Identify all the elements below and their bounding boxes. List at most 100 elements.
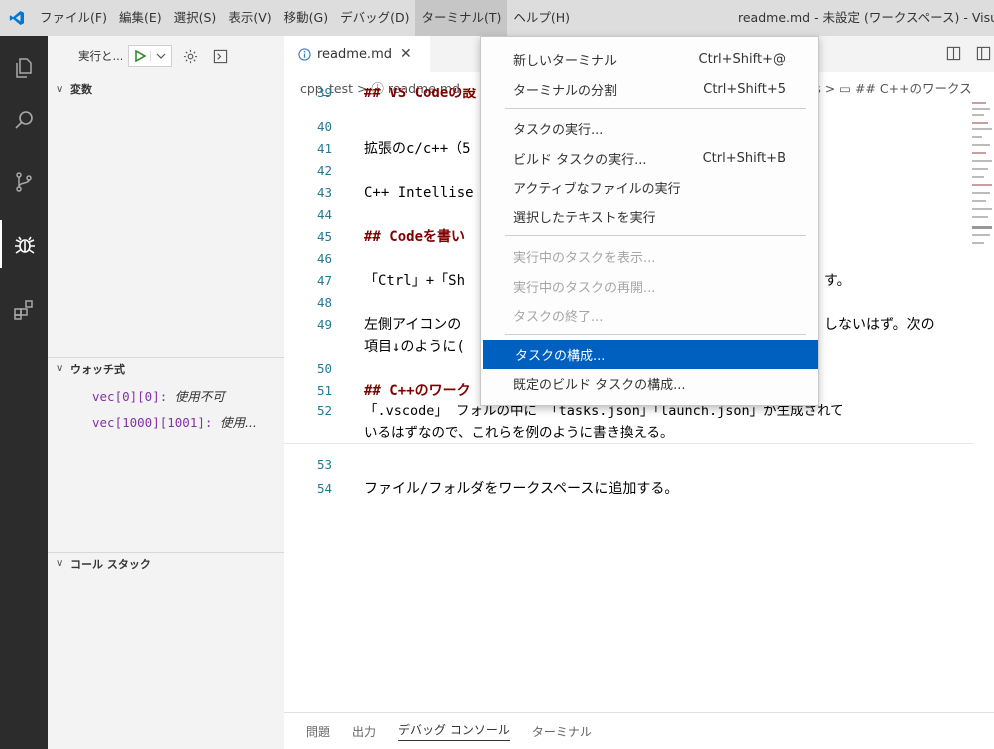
variables-section-title: 変数 bbox=[70, 83, 92, 96]
line-number: 44 bbox=[316, 207, 332, 222]
line-number: 52 bbox=[316, 403, 332, 418]
minimap[interactable] bbox=[970, 98, 994, 278]
menu-bar: ファイル(F) 編集(E) 選択(S) 表示(V) 移動(G) デバッグ(D) … bbox=[0, 0, 994, 36]
menu-item-shortcut: Ctrl+Shift+B bbox=[702, 151, 786, 166]
code-line: いるはずなので、これらを例のように書き換える。 bbox=[284, 422, 974, 444]
gear-icon[interactable] bbox=[178, 49, 202, 64]
menu-item-label: 既定のビルド タスクの構成... bbox=[513, 378, 686, 393]
line-number: 47 bbox=[316, 273, 332, 288]
line-number: 48 bbox=[316, 295, 332, 310]
source-control-icon[interactable] bbox=[0, 158, 48, 206]
line-number: 41 bbox=[316, 141, 332, 156]
watch-section-header[interactable]: ∨ ウォッチ式 bbox=[48, 357, 284, 379]
watch-value: 使用... bbox=[219, 415, 257, 430]
watch-expression: vec[0][0]: bbox=[92, 389, 168, 404]
menu-item-restart-running-task[interactable]: 実行中のタスクの再開... bbox=[481, 272, 818, 301]
line-text: 「Ctrl」+「Sh bbox=[364, 273, 466, 289]
line-number: 50 bbox=[316, 361, 332, 376]
line-text: ## C++のワーク bbox=[364, 383, 471, 399]
line-number: 43 bbox=[316, 185, 332, 200]
split-editor-icon[interactable] bbox=[946, 46, 961, 64]
watch-section-title: ウォッチ式 bbox=[70, 362, 125, 376]
callstack-section-title: コール スタック bbox=[70, 557, 151, 571]
layout-icon[interactable] bbox=[976, 46, 991, 64]
tab-problems[interactable]: 問題 bbox=[306, 723, 330, 740]
watch-value: 使用不可 bbox=[174, 389, 225, 404]
callstack-section-header[interactable]: ∨ コール スタック bbox=[48, 552, 284, 574]
line-text: ## VS Codeの設 bbox=[364, 88, 477, 101]
menu-item-label: 実行中のタスクの再開... bbox=[513, 281, 656, 296]
chevron-down-icon[interactable] bbox=[150, 51, 170, 61]
debug-icon[interactable] bbox=[0, 220, 48, 268]
menu-item-label: アクティブなファイルの実行 bbox=[513, 182, 681, 197]
menu-item-label: 実行中のタスクを表示... bbox=[513, 251, 656, 266]
menu-separator bbox=[505, 108, 806, 109]
menu-item-shortcut: Ctrl+Shift+@ bbox=[698, 52, 786, 67]
panel-tabs: 問題 出力 デバッグ コンソール ターミナル bbox=[284, 712, 994, 749]
open-console-icon[interactable] bbox=[208, 49, 232, 64]
menu-debug[interactable]: デバッグ(D) bbox=[334, 0, 415, 36]
menu-terminal[interactable]: ターミナル(T) bbox=[415, 0, 508, 36]
line-number: 46 bbox=[316, 251, 332, 266]
line-text-tail: しないはず。次の bbox=[824, 317, 935, 333]
menu-item-run-task[interactable]: タスクの実行... bbox=[481, 114, 818, 143]
start-debug-icon[interactable] bbox=[130, 50, 150, 62]
menu-item-run-build-task[interactable]: ビルド タスクの実行... Ctrl+Shift+B bbox=[481, 144, 818, 173]
line-number: 42 bbox=[316, 163, 332, 178]
line-text: ## Codeを書い bbox=[364, 229, 466, 245]
close-icon[interactable]: ✕ bbox=[400, 46, 412, 62]
menu-item-configure-default-build-task[interactable]: 既定のビルド タスクの構成... bbox=[481, 369, 818, 398]
tab-output[interactable]: 出力 bbox=[352, 723, 376, 740]
line-number: 53 bbox=[316, 457, 332, 472]
menu-item-run-active-file[interactable]: アクティブなファイルの実行 bbox=[481, 173, 818, 202]
terminal-menu-dropdown: 新しいターミナル Ctrl+Shift+@ ターミナルの分割 Ctrl+Shif… bbox=[480, 36, 819, 406]
line-number: 39 bbox=[316, 88, 332, 100]
line-number: 45 bbox=[316, 229, 332, 244]
watch-expression: vec[1000][1001]: bbox=[92, 415, 213, 430]
menu-go[interactable]: 移動(G) bbox=[278, 0, 334, 36]
menu-edit[interactable]: 編集(E) bbox=[113, 0, 168, 36]
line-text: 項目↓のように( bbox=[364, 339, 465, 355]
menu-item-show-running-tasks[interactable]: 実行中のタスクを表示... bbox=[481, 242, 818, 271]
tab-debug-console[interactable]: デバッグ コンソール bbox=[398, 721, 510, 741]
variables-section-header[interactable]: ∨ 変数 bbox=[48, 78, 284, 100]
line-text: ファイル/フォルダをワークスペースに追加する。 bbox=[364, 481, 679, 497]
menu-item-split-terminal[interactable]: ターミナルの分割 Ctrl+Shift+5 bbox=[481, 75, 818, 104]
menu-item-label: タスクの終了... bbox=[513, 310, 604, 325]
menu-item-shortcut: Ctrl+Shift+5 bbox=[703, 82, 786, 97]
menu-separator bbox=[505, 334, 806, 335]
menu-help[interactable]: ヘルプ(H) bbox=[507, 0, 576, 36]
menu-item-label: 新しいターミナル bbox=[513, 54, 618, 69]
menu-item-terminate-task[interactable]: タスクの終了... bbox=[481, 301, 818, 330]
menu-file[interactable]: ファイル(F) bbox=[34, 0, 113, 36]
menu-item-run-selected-text[interactable]: 選択したテキストを実行 bbox=[481, 202, 818, 231]
explorer-icon[interactable] bbox=[0, 44, 48, 92]
activity-bar bbox=[0, 36, 48, 749]
extensions-icon[interactable] bbox=[0, 286, 48, 334]
chevron-down-icon: ∨ bbox=[56, 558, 64, 569]
search-icon[interactable] bbox=[0, 96, 48, 144]
watch-item[interactable]: vec[1000][1001]: 使用... bbox=[92, 412, 257, 431]
menu-view[interactable]: 表示(V) bbox=[222, 0, 277, 36]
menu-item-label: タスクの構成... bbox=[515, 349, 606, 364]
chevron-down-icon: ∨ bbox=[56, 363, 64, 374]
run-config-label: 実行と... bbox=[78, 49, 122, 63]
chevron-down-icon: ∨ bbox=[56, 83, 64, 95]
menu-item-configure-tasks[interactable]: タスクの構成... bbox=[483, 340, 818, 369]
tab-terminal[interactable]: ターミナル bbox=[532, 723, 592, 740]
menu-separator bbox=[505, 235, 806, 236]
menu-selection[interactable]: 選択(S) bbox=[168, 0, 223, 36]
debug-toolbar: 実行と... bbox=[48, 36, 284, 76]
tab-readme[interactable]: readme.md ✕ bbox=[284, 36, 430, 72]
watch-item[interactable]: vec[0][0]: 使用不可 bbox=[92, 386, 225, 405]
debug-sidebar: 実行と... ∨ 変数 ∨ ウォッチ式 vec[0][0]: 使用不可 vec[… bbox=[48, 36, 284, 749]
menu-item-label: ターミナルの分割 bbox=[513, 84, 618, 99]
menu-item-label: ビルド タスクの実行... bbox=[513, 153, 647, 168]
run-config-select[interactable] bbox=[128, 45, 172, 67]
menu-item-new-terminal[interactable]: 新しいターミナル Ctrl+Shift+@ bbox=[481, 45, 818, 74]
line-text: C++ Intellise bbox=[364, 185, 474, 201]
line-number: 40 bbox=[316, 119, 332, 134]
tab-label: readme.md bbox=[317, 46, 392, 62]
code-line: 54 ファイル/フォルダをワークスペースに追加する。 bbox=[284, 478, 974, 500]
info-icon bbox=[298, 47, 311, 61]
